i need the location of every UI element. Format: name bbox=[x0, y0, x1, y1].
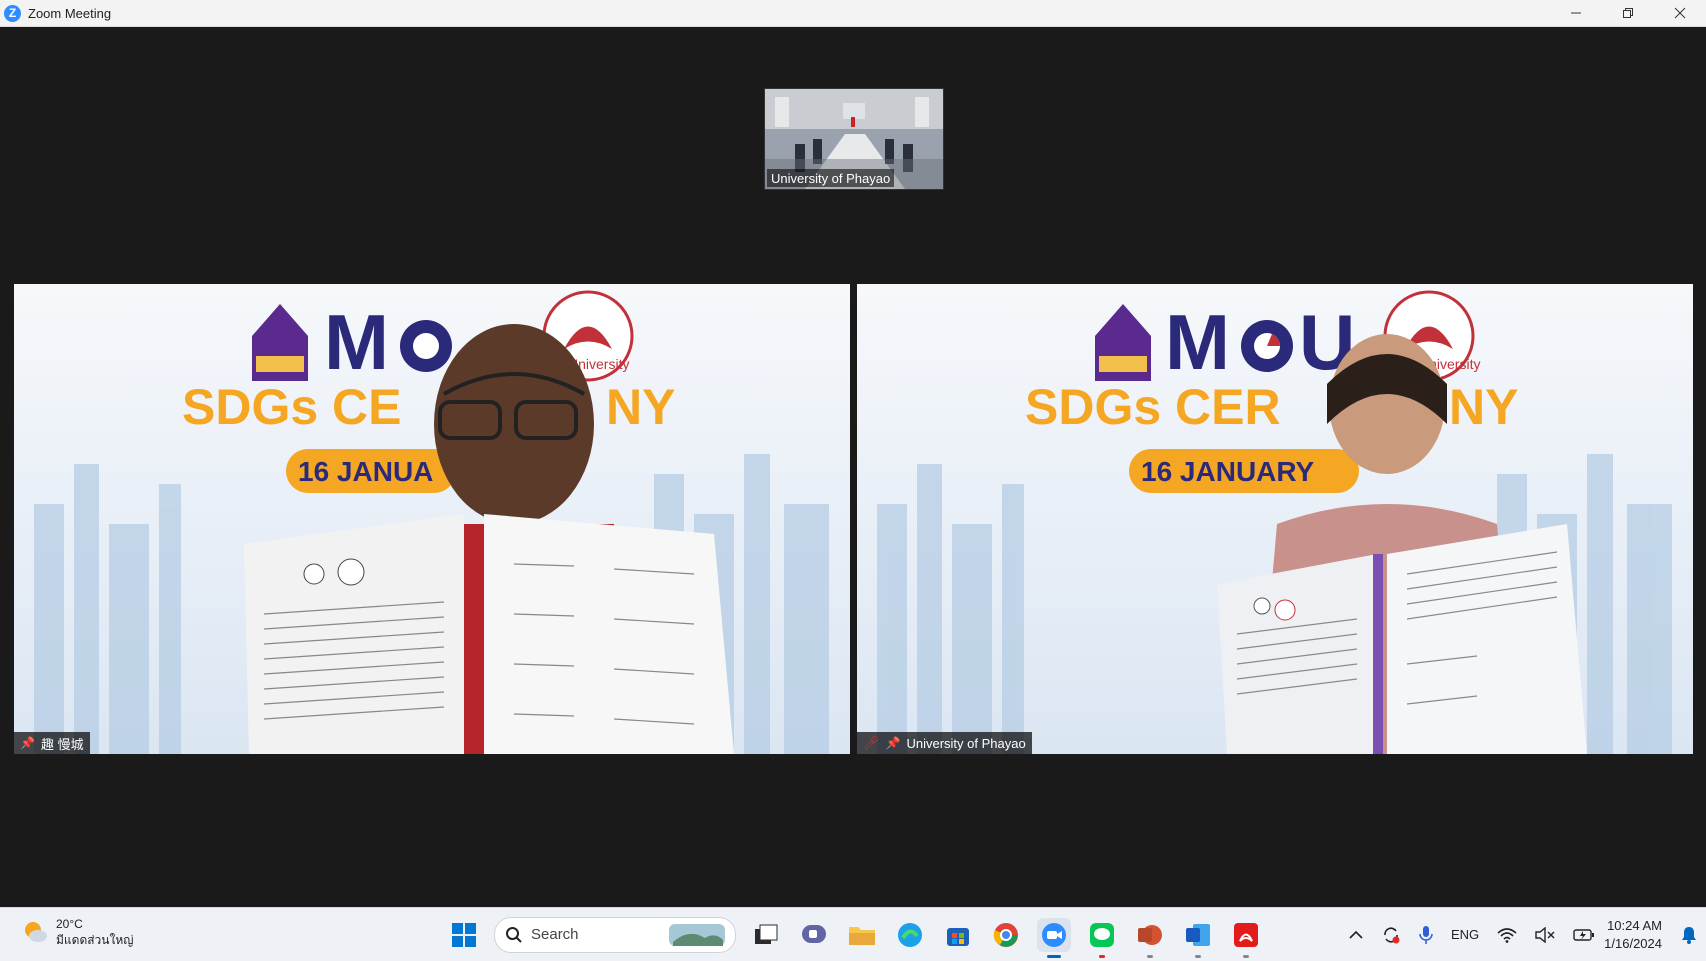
word-icon bbox=[1186, 923, 1210, 946]
tile-name-label: 📌 趣 慢城 bbox=[14, 732, 90, 754]
notifications-button[interactable] bbox=[1681, 926, 1697, 944]
clock-time: 10:24 AM bbox=[1607, 917, 1662, 933]
chrome-button[interactable] bbox=[989, 918, 1023, 952]
search-icon bbox=[506, 926, 522, 943]
svg-text:NY: NY bbox=[606, 379, 675, 435]
store-button[interactable] bbox=[941, 918, 975, 952]
acrobat-button[interactable] bbox=[1229, 918, 1263, 958]
wifi-button[interactable] bbox=[1497, 927, 1517, 943]
meeting-area: University of Phayao M University SDGs C… bbox=[0, 27, 1706, 907]
language-indicator[interactable]: ENG bbox=[1451, 927, 1479, 942]
volume-muted-icon bbox=[1535, 926, 1555, 943]
participant-thumbnail[interactable]: University of Phayao bbox=[764, 88, 944, 190]
zoom-app-icon: Z bbox=[4, 4, 21, 22]
battery-charging-icon bbox=[1573, 928, 1595, 941]
microphone-icon bbox=[1419, 925, 1433, 944]
thumbnail-name-label: University of Phayao bbox=[767, 169, 895, 187]
pin-icon: 📌 bbox=[885, 736, 901, 750]
line-button[interactable] bbox=[1085, 918, 1119, 958]
line-icon bbox=[1090, 922, 1114, 947]
battery-button[interactable] bbox=[1573, 928, 1595, 942]
start-button[interactable] bbox=[447, 918, 481, 952]
chrome-icon bbox=[993, 922, 1018, 947]
participant-name: 趣 慢城 bbox=[40, 736, 84, 752]
restore-icon bbox=[1623, 8, 1633, 18]
weather-desc: มีแดดส่วนใหญ่ bbox=[56, 933, 134, 947]
weather-widget[interactable]: 20°C มีแดดส่วนใหญ่ bbox=[22, 916, 134, 948]
close-icon bbox=[1674, 7, 1686, 19]
sync-icon bbox=[1384, 926, 1400, 943]
edge-button[interactable] bbox=[893, 918, 927, 952]
taskbar-clock[interactable]: 10:24 AM 1/16/2024 bbox=[1604, 917, 1662, 953]
search-placeholder: Search bbox=[531, 926, 579, 943]
pin-icon: 📌 bbox=[20, 736, 35, 750]
video-tile-right[interactable]: M U University SDGs CER NY 16 JANUARY 🎤︎… bbox=[857, 284, 1693, 754]
window-title: Zoom Meeting bbox=[28, 5, 112, 21]
taskbar: 20°C มีแดดส่วนใหญ่ Search ENG 10:24 AM 1… bbox=[0, 907, 1706, 961]
teams-chat-button[interactable] bbox=[797, 918, 831, 952]
powerpoint-icon bbox=[1138, 924, 1162, 945]
edge-icon bbox=[898, 922, 922, 947]
participant-video-right: M U University SDGs CER NY 16 JANUARY bbox=[857, 284, 1693, 754]
minimize-icon bbox=[1571, 12, 1581, 14]
svg-text:SDGs CE: SDGs CE bbox=[182, 379, 402, 435]
svg-text:16 JANUA: 16 JANUA bbox=[298, 456, 433, 487]
tile-name-label: 🎤︎ 📌 University of Phayao bbox=[857, 732, 1032, 754]
microphone-button[interactable] bbox=[1419, 925, 1433, 945]
svg-text:NY: NY bbox=[1449, 379, 1518, 435]
zoom-icon bbox=[1042, 922, 1066, 947]
wifi-icon bbox=[1497, 927, 1517, 943]
teams-chat-icon bbox=[802, 924, 826, 943]
sync-button[interactable] bbox=[1381, 925, 1401, 945]
show-hidden-icons-button[interactable] bbox=[1349, 930, 1363, 940]
title-bar: Z Zoom Meeting bbox=[0, 0, 1706, 27]
clock-date: 1/16/2024 bbox=[1604, 935, 1662, 951]
taskbar-search-box[interactable]: Search bbox=[494, 916, 736, 953]
file-explorer-button[interactable] bbox=[845, 918, 879, 952]
svg-text:SDGs CER: SDGs CER bbox=[1025, 379, 1281, 435]
zoom-button[interactable] bbox=[1037, 917, 1071, 958]
powerpoint-button[interactable] bbox=[1133, 918, 1167, 958]
svg-text:M: M bbox=[324, 298, 389, 386]
restore-button[interactable] bbox=[1602, 0, 1654, 26]
word-button[interactable] bbox=[1181, 918, 1215, 958]
svg-text:M: M bbox=[1165, 298, 1230, 386]
acrobat-icon bbox=[1234, 922, 1258, 947]
start-icon bbox=[452, 922, 476, 947]
task-view-button[interactable] bbox=[749, 918, 783, 952]
minimize-button[interactable] bbox=[1550, 0, 1602, 26]
mic-muted-icon: 🎤︎ bbox=[863, 735, 880, 750]
participant-name: University of Phayao bbox=[906, 735, 1026, 751]
store-icon bbox=[947, 927, 969, 946]
date-pill-text: 16 JANUARY bbox=[1141, 456, 1315, 487]
weather-temp: 20°C bbox=[56, 917, 83, 931]
sun-cloud-icon bbox=[25, 922, 47, 942]
video-tile-left[interactable]: M University SDGs CE NY 16 JANUA 📌 趣 慢城 bbox=[14, 284, 850, 754]
thumbnail-participant-name: University of Phayao bbox=[771, 170, 891, 186]
search-highlight-art-icon bbox=[669, 923, 725, 946]
close-button[interactable] bbox=[1654, 0, 1706, 26]
task-view-icon bbox=[755, 924, 778, 944]
file-explorer-icon bbox=[849, 926, 875, 945]
system-tray: ENG 10:24 AM 1/16/2024 bbox=[1340, 908, 1706, 961]
chevron-up-icon bbox=[1349, 930, 1363, 939]
participant-video-left: M University SDGs CE NY 16 JANUA bbox=[14, 284, 850, 754]
bell-icon bbox=[1682, 926, 1696, 944]
volume-button[interactable] bbox=[1535, 926, 1555, 943]
